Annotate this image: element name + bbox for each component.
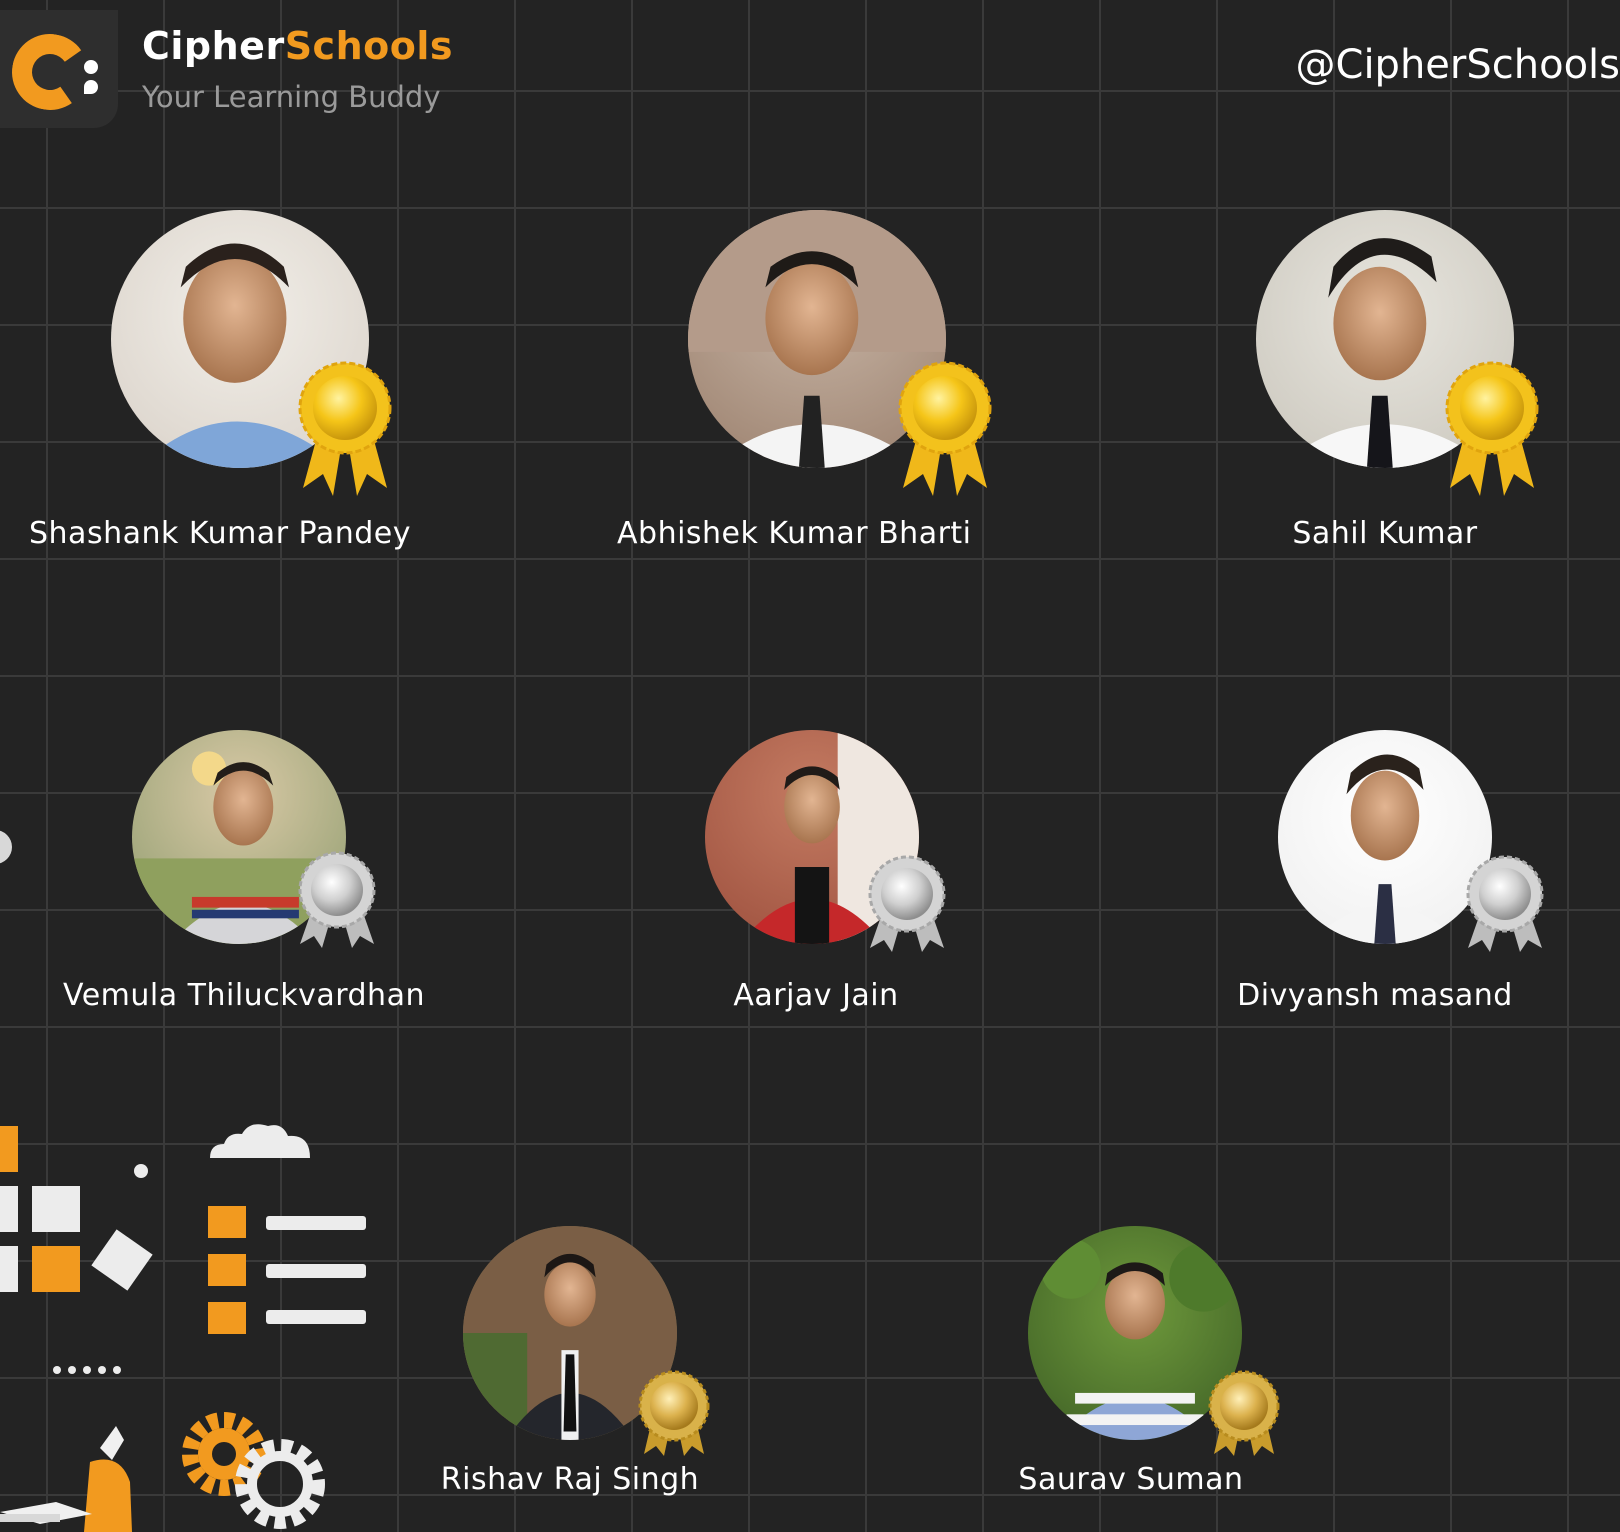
gold-rosette-icon (1445, 361, 1539, 498)
winner-name: Sahil Kumar (1292, 516, 1478, 551)
gear-icon (180, 1410, 330, 1532)
brand-tagline: Your Learning Buddy (142, 80, 441, 114)
winner-name: Aarjav Jain (733, 978, 899, 1013)
blocks-icon (0, 1126, 160, 1296)
winner-name: Vemula Thiluckvardhan (63, 978, 425, 1013)
silver-medal-icon (866, 855, 948, 952)
cipherschools-logo-icon (0, 10, 118, 128)
avatar (1278, 730, 1492, 944)
dots-row (52, 1360, 122, 1374)
gold-seal-icon (1206, 1370, 1282, 1456)
brand-name-cipher: Cipher (142, 24, 285, 68)
brand-header: CipherSchools Your Learning Buddy (0, 0, 480, 130)
list-icon (208, 1206, 368, 1336)
winner-name: Shashank Kumar Pandey (29, 516, 411, 551)
winner-name: Rishav Raj Singh (440, 1462, 700, 1497)
winner-name: Abhishek Kumar Bharti (617, 516, 972, 551)
person-with-laptop-icon (0, 1402, 140, 1532)
gold-rosette-icon (298, 361, 392, 498)
brand-name: CipherSchools (142, 24, 453, 68)
cloud-icon (206, 1120, 314, 1160)
winner-name: Divyansh masand (1237, 978, 1513, 1013)
silver-medal-icon (1464, 855, 1546, 952)
brand-name-schools: Schools (284, 24, 453, 68)
gold-seal-icon (636, 1370, 712, 1456)
silver-medal-icon (296, 851, 378, 948)
winner-name: Saurav Suman (1018, 1462, 1244, 1497)
social-handle: @CipherSchools (1295, 42, 1620, 88)
side-dot (0, 830, 12, 864)
gold-rosette-icon (898, 361, 992, 498)
